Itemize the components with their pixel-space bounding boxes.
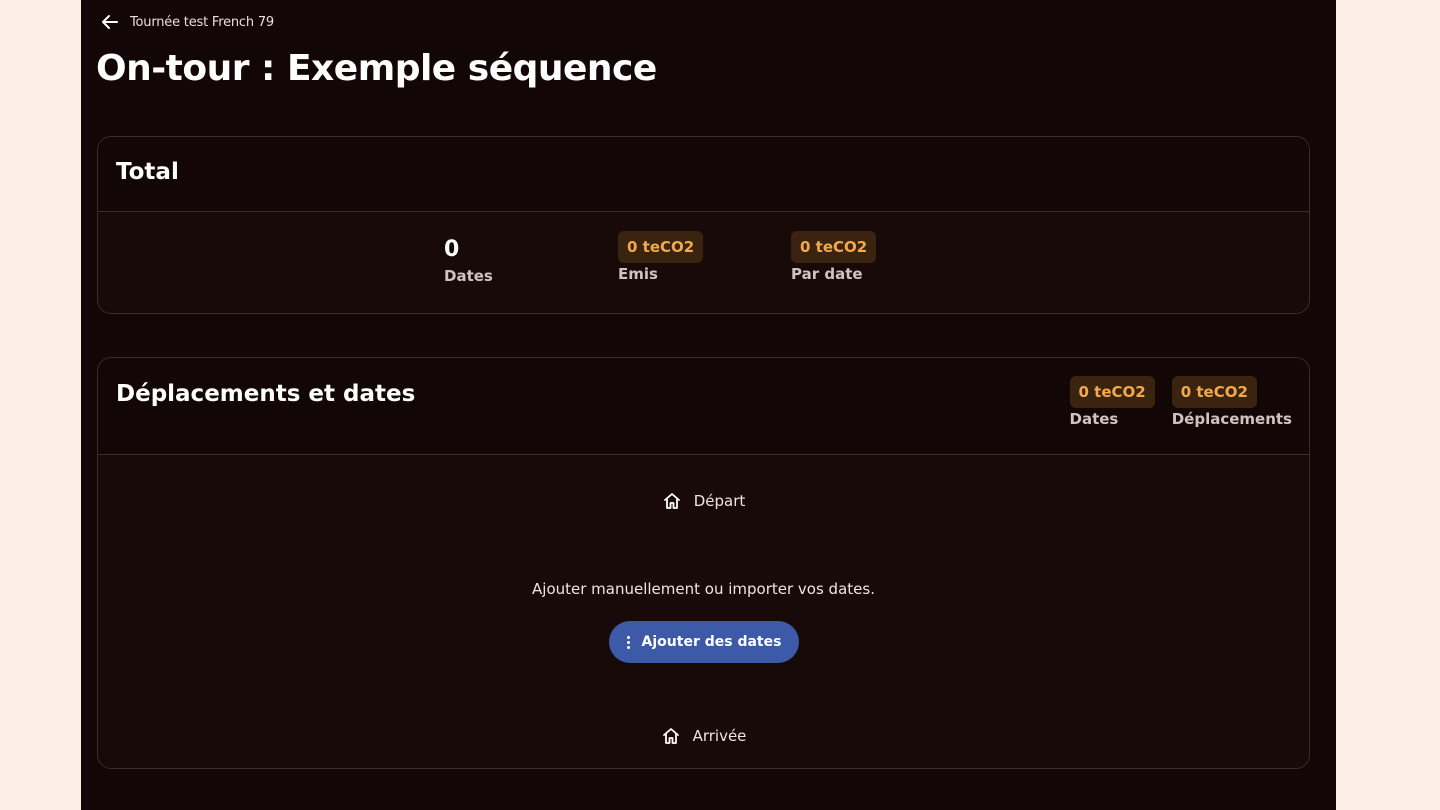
arrival-label: Arrivée: [692, 727, 747, 745]
arrow-left-icon: [102, 15, 118, 29]
back-link-label: Tournée test French 79: [130, 14, 274, 30]
total-card-header: Total: [98, 137, 1309, 212]
total-card: Total 0 Dates 0 teCO2 Emis 0 teCO2 Par d…: [97, 136, 1310, 314]
stat-label: Par date: [791, 265, 863, 283]
moves-summary: 0 teCO2 Dates 0 teCO2 Déplacements: [1069, 376, 1292, 428]
per-date-badge: 0 teCO2: [791, 231, 877, 263]
stat-label: Dates: [444, 267, 493, 285]
stat-emitted: 0 teCO2 Emis: [618, 231, 704, 283]
dates-emissions-badge: 0 teCO2: [1069, 376, 1155, 408]
add-dates-label: Ajouter des dates: [641, 634, 782, 650]
app-panel: Tournée test French 79 On-tour : Exemple…: [81, 0, 1336, 810]
stat-dates-count: 0 Dates: [444, 237, 493, 285]
moves-card: Déplacements et dates 0 teCO2 Dates 0 te…: [97, 357, 1310, 769]
empty-state-text: Ajouter manuellement ou importer vos dat…: [532, 580, 875, 598]
home-icon: [663, 493, 680, 509]
emitted-badge: 0 teCO2: [618, 231, 704, 263]
more-vertical-icon: [626, 635, 630, 649]
stat-label: Dates: [1069, 410, 1119, 428]
total-card-title: Total: [116, 159, 179, 185]
arrival-step: Arrivée: [98, 726, 1309, 746]
stat-value: 0: [444, 237, 460, 262]
departure-label: Départ: [693, 492, 746, 510]
home-icon: [662, 728, 679, 744]
moves-card-title: Déplacements et dates: [116, 381, 416, 407]
stat-dates-emissions: 0 teCO2 Dates: [1069, 376, 1155, 428]
add-dates-button[interactable]: Ajouter des dates: [609, 621, 799, 663]
back-link[interactable]: Tournée test French 79: [100, 12, 274, 32]
departure-step: Départ: [98, 491, 1309, 511]
stat-per-date: 0 teCO2 Par date: [791, 231, 877, 283]
moves-card-header: Déplacements et dates 0 teCO2 Dates 0 te…: [98, 358, 1309, 455]
stat-label: Emis: [618, 265, 658, 283]
stat-label: Déplacements: [1171, 410, 1292, 428]
stat-moves-emissions: 0 teCO2 Déplacements: [1171, 376, 1292, 428]
moves-emissions-badge: 0 teCO2: [1171, 376, 1257, 408]
page-title: On-tour : Exemple séquence: [96, 48, 657, 89]
